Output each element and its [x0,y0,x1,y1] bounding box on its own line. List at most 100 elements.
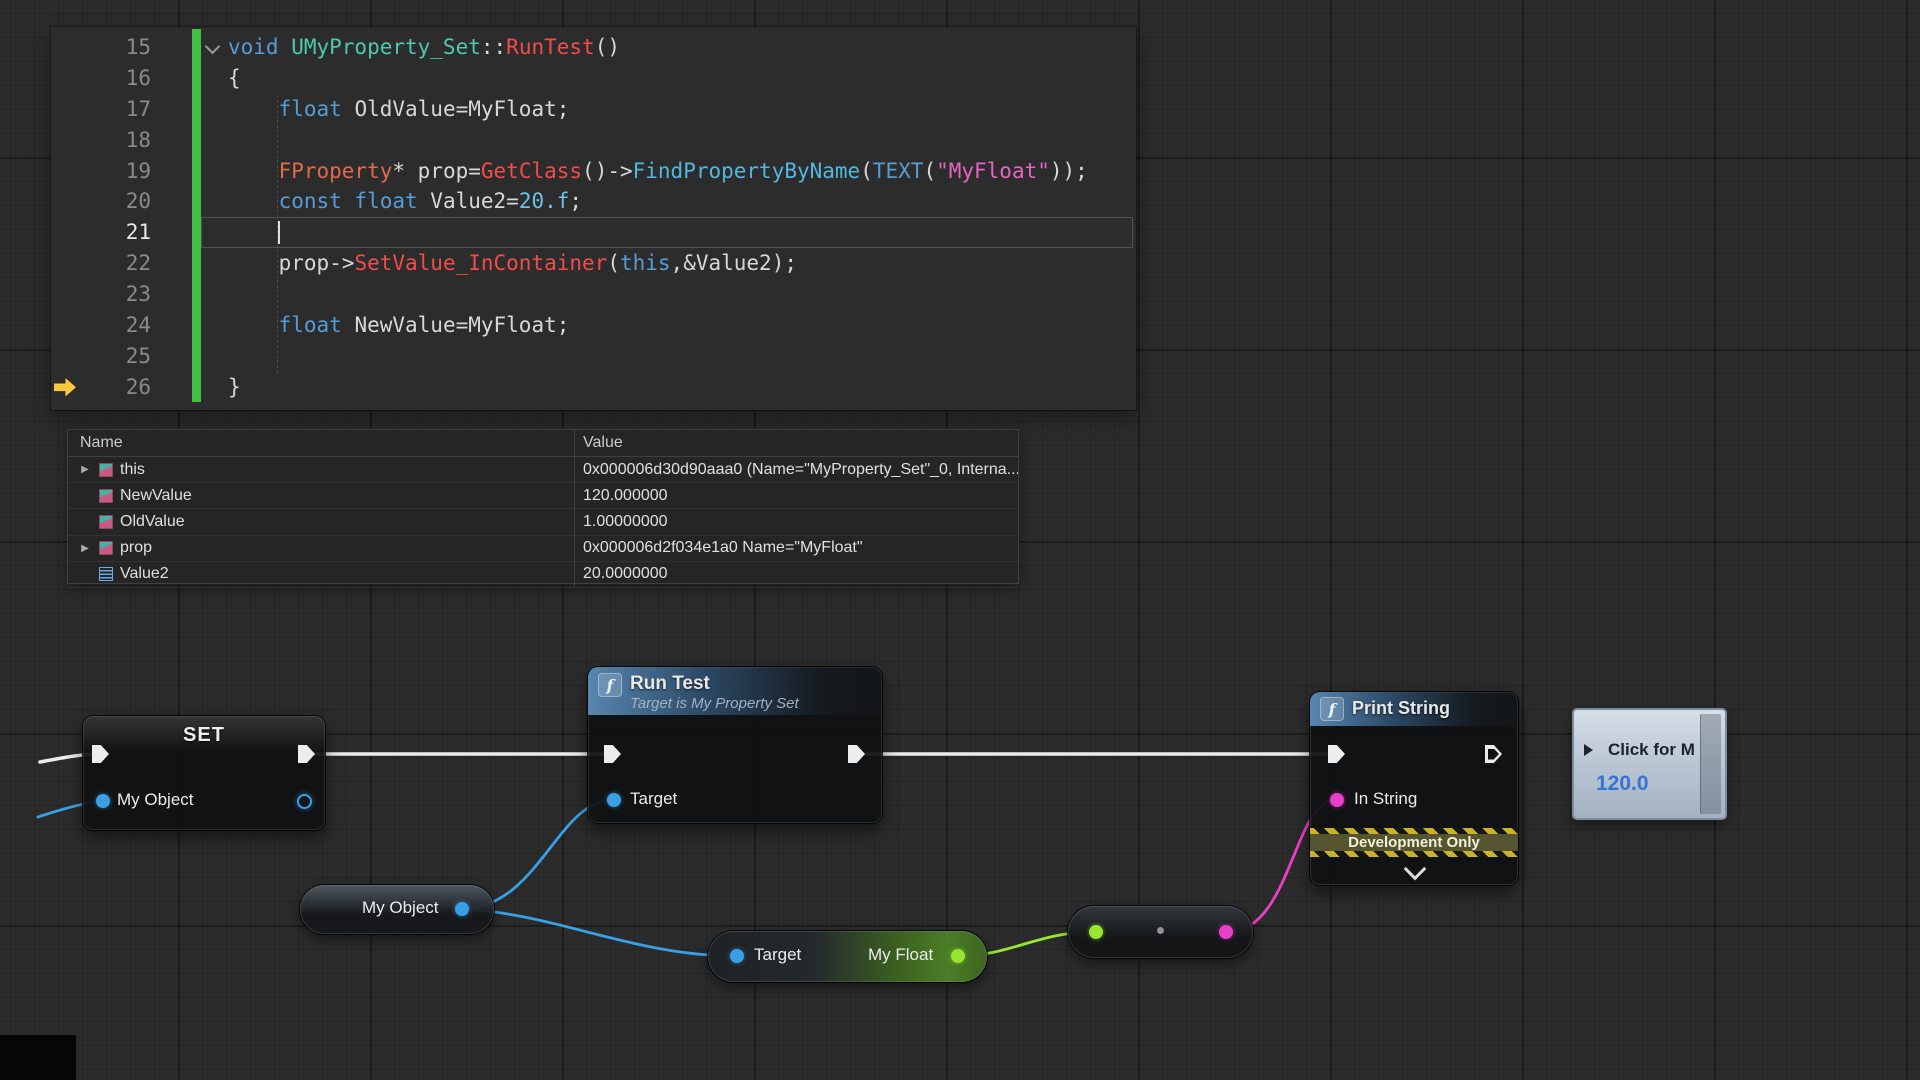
code-line-17[interactable]: 17 float OldValue=MyFloat; [51,94,1136,125]
line-number[interactable]: 19 [51,156,151,187]
code-line-18[interactable]: 18 [51,125,1136,156]
variable-type-icon [99,567,113,581]
fold-collapse-icon[interactable] [205,39,221,55]
target-input-pin[interactable] [607,793,621,807]
watch-rows: ▶ this 0x000006d30d90aaa0 (Name="MyPropert… [68,457,1018,588]
print-string-title: Print String [1352,697,1450,719]
line-number[interactable]: 22 [51,248,151,279]
object-output-pin[interactable] [455,902,469,916]
play-icon [1584,744,1602,756]
variable-value: 0x000006d2f034e1a0 Name="MyFloat" [574,536,1018,561]
column-header-value[interactable]: Value [574,430,1018,456]
code-line-24[interactable]: 24 float NewValue=MyFloat; [51,310,1136,341]
code-line-21[interactable]: 21 [51,217,1136,248]
exec-input-pin[interactable] [604,745,621,763]
variable-value: 20.0000000 [574,562,1018,587]
variable-value: 0x000006d30d90aaa0 (Name="MyProperty_Set… [574,457,1018,482]
expand-arrow-icon[interactable]: ▶ [78,543,92,554]
bubble-click-label: Click for M [1608,740,1695,760]
code-text: float NewValue=MyFloat; [228,310,569,341]
line-number[interactable]: 18 [51,125,151,156]
watch-header: Name Value [68,430,1018,457]
exec-input-pin[interactable] [92,745,109,763]
object-output-pin[interactable] [297,794,312,809]
node-float-to-string-conversion[interactable] [1068,906,1253,958]
expand-arrow-icon[interactable]: ▶ [78,464,92,475]
watch-row-OldValue[interactable]: OldValue 1.00000000 [68,509,1018,535]
variable-name-cell: NewValue [68,483,574,508]
exec-input-pin[interactable] [1328,745,1345,763]
variable-name: this [120,461,145,479]
target-input-pin[interactable] [730,949,744,963]
window-corner [0,1035,76,1080]
code-line-16[interactable]: 16 { [51,63,1136,94]
line-number[interactable]: 17 [51,94,151,125]
line-number[interactable]: 24 [51,310,151,341]
code-text: float OldValue=MyFloat; [228,94,569,125]
code-text: const float Value2=20.f; [228,186,582,217]
blueprint-graph-canvas[interactable]: 15void UMyProperty_Set::RunTest()16 {17 f… [0,0,1920,1080]
node-run-test[interactable]: f Run Test Target is My Property Set Tar… [588,667,882,823]
variable-type-icon [99,489,113,503]
function-icon: f [1320,697,1344,721]
variable-name: prop [120,539,152,557]
my-object-label: My Object [362,898,439,918]
hazard-stripe [1310,851,1518,857]
exec-output-pin[interactable] [1485,745,1502,763]
line-number[interactable]: 25 [51,341,151,372]
variable-name-cell: ▶ this [68,457,574,482]
watch-row-prop[interactable]: ▶ prop 0x000006d2f034e1a0 Name="MyFloat" [68,536,1018,562]
code-text: { [228,63,241,94]
watch-row-Value2[interactable]: Value2 20.0000000 [68,562,1018,588]
development-only-banner: Development Only [1310,828,1518,857]
run-test-title: Run Test [630,673,799,695]
conversion-dot-icon [1157,927,1164,934]
bubble-scrollbar[interactable] [1700,714,1721,814]
string-output-pin[interactable] [1219,925,1233,939]
development-only-label: Development Only [1310,834,1518,851]
code-editor[interactable]: 15void UMyProperty_Set::RunTest()16 {17 f… [51,27,1136,410]
text-cursor [278,221,280,244]
line-number[interactable]: 20 [51,186,151,217]
code-line-20[interactable]: 20 const float Value2=20.f; [51,186,1136,217]
node-my-float-getter[interactable]: Target My Float [708,931,987,982]
in-string-input-pin[interactable] [1330,793,1344,807]
code-text: } [228,372,241,403]
line-number[interactable]: 23 [51,279,151,310]
line-number[interactable]: 15 [51,32,151,63]
exec-output-pin[interactable] [848,745,865,763]
node-my-object-getter[interactable]: My Object [300,885,494,934]
variable-name-cell: ▶ prop [68,536,574,561]
line-number[interactable]: 21 [51,217,151,248]
code-line-22[interactable]: 22 prop->SetValue_InContainer(this,&Valu… [51,248,1136,279]
code-line-26[interactable]: 26} [51,372,1136,403]
debugger-watch-window: Name Value ▶ this 0x000006d30d90aaa0 (Name… [67,429,1019,584]
code-line-25[interactable]: 25 [51,341,1136,372]
variable-name: Value2 [120,565,169,583]
exec-output-pin[interactable] [298,745,315,763]
code-line-19[interactable]: 19 FProperty* prop=GetClass()->FindPrope… [51,156,1136,187]
wire-myobject-to-myfloat-target[interactable] [464,909,734,956]
watch-row-this[interactable]: ▶ this 0x000006d30d90aaa0 (Name="MyPropert… [68,457,1018,483]
float-input-pin[interactable] [1089,925,1103,939]
float-output-pin[interactable] [951,949,965,963]
code-line-23[interactable]: 23 [51,279,1136,310]
current-line-highlight [201,217,1133,248]
bubble-click-row[interactable]: Click for M [1584,740,1696,760]
variable-type-icon [99,541,113,555]
column-header-name[interactable]: Name [68,434,574,452]
variable-name-cell: OldValue [68,509,574,534]
my-object-input-pin[interactable] [96,794,110,808]
run-test-subtitle: Target is My Property Set [630,695,799,713]
variable-name-cell: Value2 [68,562,574,587]
chevron-down-icon[interactable] [1404,858,1427,881]
watched-value: 120.0 [1596,772,1649,796]
line-number[interactable]: 16 [51,63,151,94]
node-set-variable[interactable]: SET My Object [83,716,325,830]
watch-row-NewValue[interactable]: NewValue120.000000 [68,483,1018,509]
variable-name: OldValue [120,513,185,531]
node-print-string[interactable]: f Print String In String Development Onl… [1310,692,1518,885]
variable-value: 1.00000000 [574,509,1018,534]
code-line-15[interactable]: 15void UMyProperty_Set::RunTest() [51,32,1136,63]
debug-value-bubble[interactable]: Click for M 120.0 [1572,708,1727,820]
